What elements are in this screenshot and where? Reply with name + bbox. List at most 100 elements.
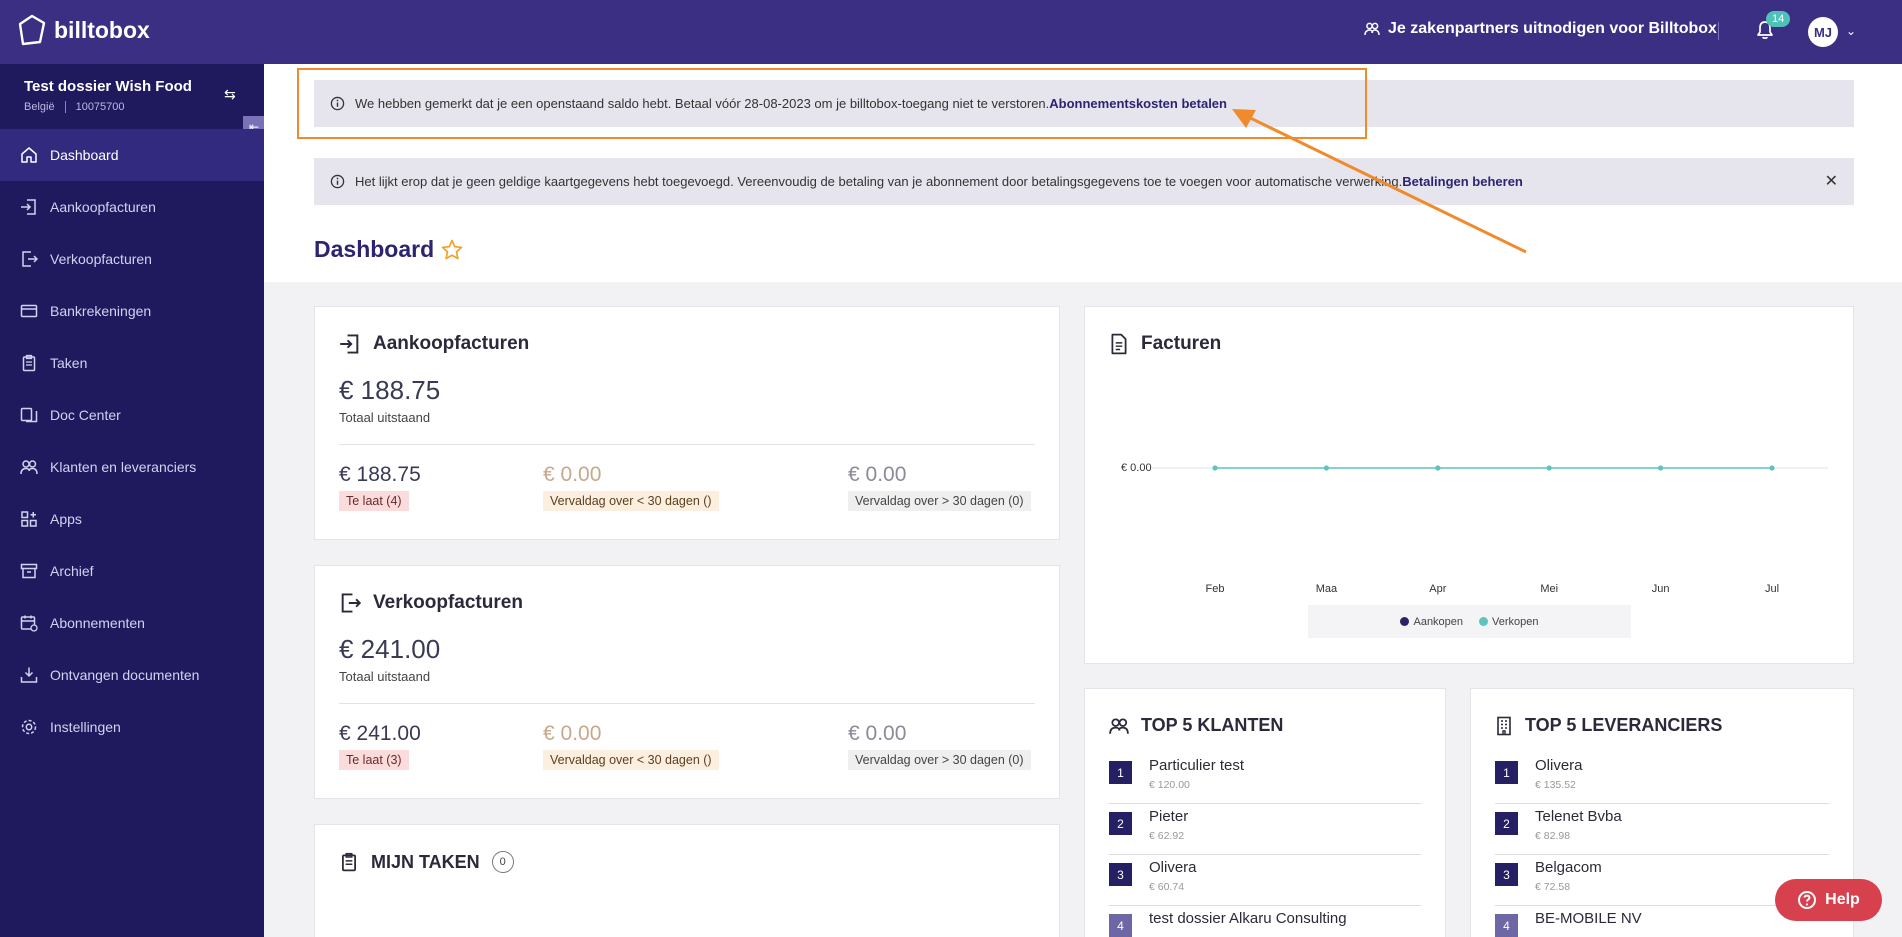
due-soon-amount: € 0.00 [543,722,602,745]
supplier-value: € 72.58 [1535,881,1571,893]
legend-sales-dot [1479,617,1489,627]
sidebar-item-label: Doc Center [50,407,121,423]
due-later-amount: € 0.00 [848,463,907,486]
users-icon [1109,717,1129,734]
supplier-name: BE-MOBILE NV [1535,910,1642,927]
sidebar-item-dashboard[interactable]: Dashboard [0,129,264,181]
due-later-badge[interactable]: Vervaldag over > 30 dagen (0) [848,491,1031,511]
invite-partners-label: Je zakenpartners uitnodigen voor Billtob… [1388,20,1717,37]
card-header: Facturen [1109,333,1221,355]
x-axis-tick-label: Mei [1540,583,1559,595]
sidebar-item-taken[interactable]: Taken [0,337,264,389]
total-label: Totaal uitstaand [339,669,431,684]
invite-partners-button[interactable]: Je zakenpartners uitnodigen voor Billtob… [1364,20,1717,38]
annotation-highlight-box [297,68,1367,139]
card-title: Facturen [1141,333,1222,354]
late-badge[interactable]: Te laat (3) [339,750,409,770]
late-badge[interactable]: Te laat (4) [339,491,409,511]
import-icon [21,199,36,215]
late-amount: € 188.75 [339,463,421,486]
list-item[interactable]: 1 Olivera € 135.52 [1495,753,1829,804]
dossier-meta: België 10075700 [24,101,192,113]
due-later-badge[interactable]: Vervaldag over > 30 dagen (0) [848,750,1031,770]
chart-legend: Aankopen Verkopen [1308,605,1631,638]
sidebar-item-bankrekeningen[interactable]: Bankrekeningen [0,285,264,337]
card-alert: Het lijkt erop dat je geen geldige kaart… [314,158,1854,205]
page-title: Dashboard [314,236,464,263]
total-amount: € 188.75 [339,375,441,405]
card-title: Verkoopfacturen [373,592,523,613]
app-name: billtobox [54,16,150,43]
client-value: € 60.74 [1149,881,1185,893]
card-header: TOP 5 KLANTEN [1109,715,1283,736]
dossier-title: Test dossier Wish Food [24,78,192,95]
docs-icon [20,407,38,423]
list-item[interactable]: 3 Olivera € 60.74 [1109,855,1421,906]
sidebar-item-label: Dashboard [50,147,119,163]
legend-purchases-dot [1400,617,1410,627]
sidebar-item-label: Verkoopfacturen [50,251,152,267]
card-title: Aankoopfacturen [373,333,530,354]
apps-icon [21,511,37,527]
users-icon [1364,22,1380,36]
top-bar: billtobox Je zakenpartners uitnodigen vo… [0,0,1902,64]
card-divider [339,703,1035,704]
sidebar-item-label: Apps [50,511,82,527]
calendar-icon [20,615,38,632]
help-button[interactable]: Help [1775,879,1882,921]
notification-count-badge: 14 [1766,11,1791,27]
card-title: TOP 5 KLANTEN [1141,715,1284,735]
client-name: Pieter [1149,808,1189,825]
sidebar-item-klanten-en-leveranciers[interactable]: Klanten en leveranciers [0,441,264,493]
sidebar: Test dossier Wish Food België 10075700 ⇆… [0,64,265,937]
x-axis-tick-label: Jun [1651,583,1670,595]
list-item[interactable]: 2 Pieter € 62.92 [1109,804,1421,855]
sidebar-item-apps[interactable]: Apps [0,493,264,545]
legend-purchases[interactable]: Aankopen [1400,616,1463,628]
info-icon [330,174,345,189]
rank-number: 2 [1109,812,1132,835]
x-axis-tick-label: Feb [1205,583,1225,595]
sidebar-item-archief[interactable]: Archief [0,545,264,597]
x-axis-tick-label: Maa [1315,583,1338,595]
supplier-name: Telenet Bvba [1535,808,1622,825]
sidebar-item-instellingen[interactable]: Instellingen [0,701,264,753]
due-soon-badge[interactable]: Vervaldag over < 30 dagen () [543,750,719,770]
sidebar-item-label: Taken [50,355,88,371]
dossier-meta-divider [64,101,66,113]
late-amount: € 241.00 [339,722,421,745]
user-avatar[interactable]: MJ [1808,17,1838,47]
list-item[interactable]: 1 Particulier test € 120.00 [1109,753,1421,804]
due-soon-badge[interactable]: Vervaldag over < 30 dagen () [543,491,719,511]
legend-sales-label: Verkopen [1492,615,1539,628]
total-amount: € 241.00 [339,634,441,664]
clipboard-icon [342,852,356,872]
legend-sales[interactable]: Verkopen [1479,615,1539,628]
dossier-info: Test dossier Wish Food België 10075700 [24,78,192,113]
list-item[interactable]: 2 Telenet Bvba € 82.98 [1495,804,1829,855]
sidebar-item-verkoopfacturen[interactable]: Verkoopfacturen [0,233,264,285]
card-header: Verkoopfacturen [339,592,523,614]
chevron-down-icon[interactable]: ⌄ [1846,24,1856,38]
close-icon[interactable]: ✕ [1825,171,1838,191]
sidebar-item-aankoopfacturen[interactable]: Aankoopfacturen [0,181,264,233]
rank-number: 2 [1495,812,1518,835]
help-label: Help [1825,891,1860,908]
my-tasks-card: MIJN TAKEN 0 [314,824,1060,937]
app-logo[interactable]: billtobox [18,14,150,46]
logo-shape-icon [18,14,46,46]
star-icon[interactable] [440,238,464,262]
switch-dossier-icon[interactable]: ⇆ [224,86,236,103]
due-soon-amount: € 0.00 [543,463,602,486]
sidebar-item-abonnementen[interactable]: Abonnementen [0,597,264,649]
sidebar-item-doc-center[interactable]: Doc Center [0,389,264,441]
rank-number: 3 [1109,863,1132,886]
purchase-invoices-card: Aankoopfacturen € 188.75 Totaal uitstaan… [314,306,1060,540]
top-clients-card: TOP 5 KLANTEN 1 Particulier test € 120.0… [1084,688,1446,937]
client-name: test dossier Alkaru Consulting [1149,910,1347,927]
sidebar-item-ontvangen-documenten[interactable]: Ontvangen documenten [0,649,264,701]
inbox-icon [20,667,38,683]
supplier-value: € 82.98 [1535,830,1571,842]
card-title: TOP 5 LEVERANCIERS [1525,715,1723,735]
list-item[interactable]: 4 test dossier Alkaru Consulting [1109,906,1421,937]
